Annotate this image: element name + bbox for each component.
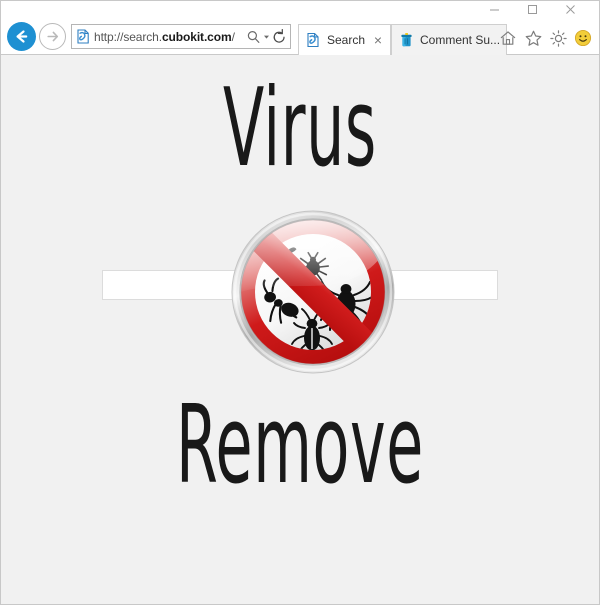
address-bar[interactable]: http://search.cubokit.com/ — [71, 24, 291, 49]
no-pests-badge-graphic — [231, 210, 395, 374]
forward-button[interactable] — [39, 23, 66, 50]
minimize-button[interactable] — [479, 1, 509, 17]
settings-gear-icon[interactable] — [547, 27, 569, 49]
ie-page-icon — [307, 32, 319, 48]
back-button[interactable] — [7, 22, 36, 51]
page-title-remove: Remove — [176, 383, 424, 508]
maximize-icon — [527, 4, 537, 14]
close-button[interactable] — [555, 1, 585, 17]
smiley-face-icon[interactable] — [572, 27, 594, 49]
tab-close-button[interactable]: × — [371, 33, 385, 47]
page-content: Virus Remove — [1, 55, 599, 604]
trash-bin-icon — [401, 33, 412, 47]
ie-page-icon — [77, 29, 89, 44]
navigation-toolbar: http://search.cubokit.com/ Search × Comm… — [1, 17, 599, 55]
browser-toolbar-icons — [497, 25, 594, 51]
forward-arrow-icon — [47, 31, 59, 42]
page-title-virus: Virus — [223, 66, 377, 191]
search-icon[interactable] — [246, 28, 261, 46]
maximize-button[interactable] — [517, 1, 547, 17]
chevron-down-icon[interactable] — [262, 28, 271, 46]
tab-label: Search — [327, 33, 366, 47]
favorites-star-icon[interactable] — [522, 27, 544, 49]
minimize-icon — [489, 9, 499, 10]
home-icon[interactable] — [497, 27, 519, 49]
url-text: http://search.cubokit.com/ — [94, 29, 235, 44]
tab-comment-su[interactable]: Comment Su... — [391, 24, 507, 55]
tab-label: Comment Su... — [420, 33, 501, 47]
back-arrow-icon — [16, 30, 28, 43]
browser-window: http://search.cubokit.com/ Search × Comm… — [0, 0, 600, 605]
close-icon — [565, 4, 575, 14]
no-pests-prohibition-badge — [230, 209, 396, 375]
title-bar — [1, 1, 599, 17]
tab-search[interactable]: Search × — [298, 24, 391, 55]
refresh-icon[interactable] — [271, 28, 288, 46]
